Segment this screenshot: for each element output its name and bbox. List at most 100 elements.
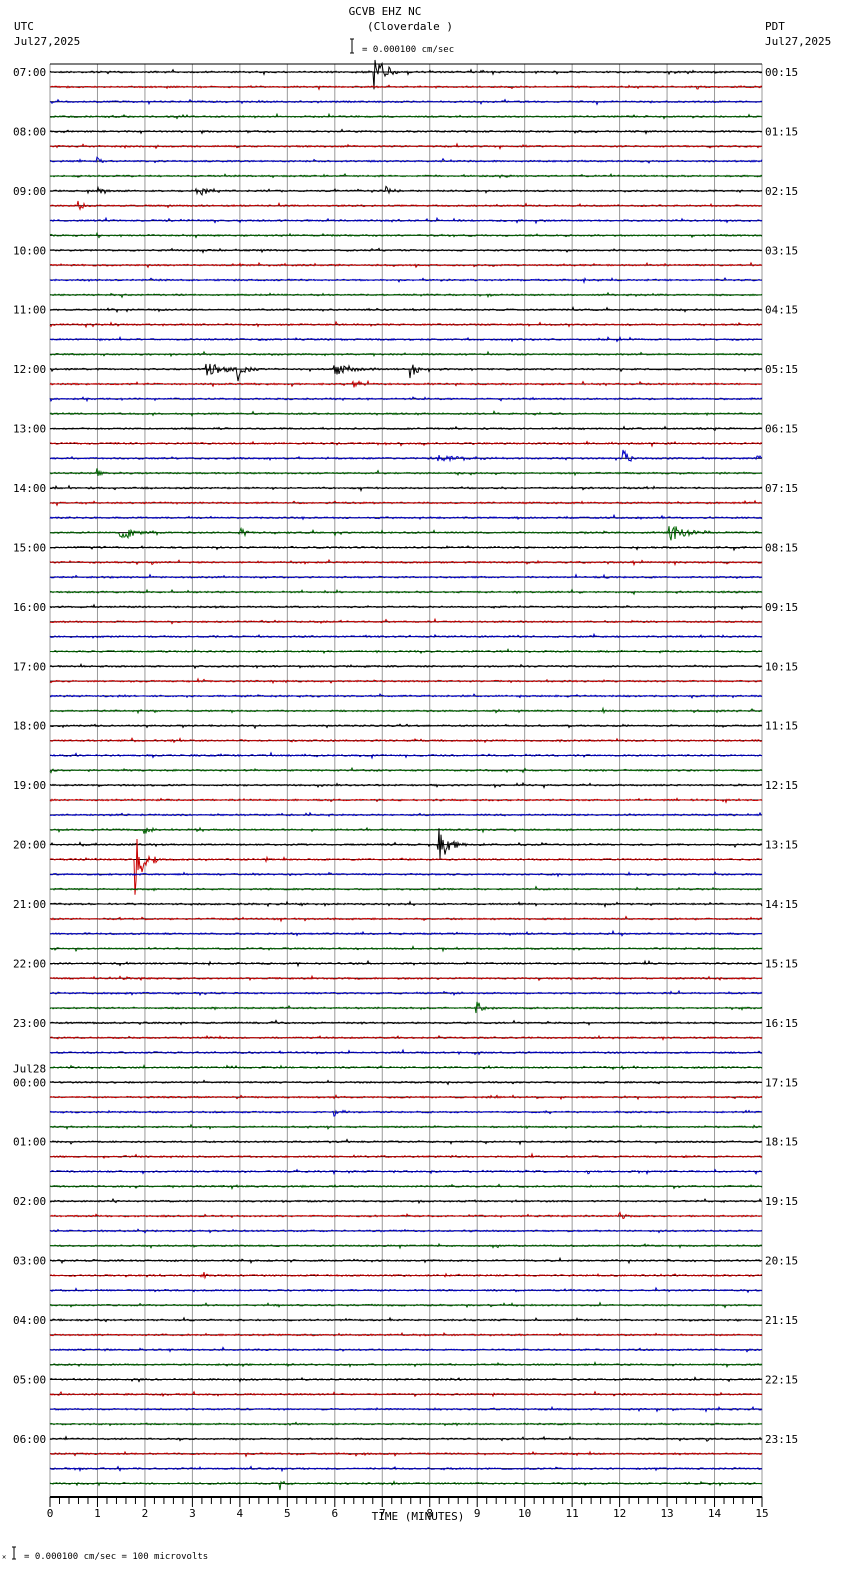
pdt-hour-label: 20:15 (765, 1255, 798, 1268)
utc-hour-label: 08:00 (13, 125, 46, 138)
seismic-trace (49, 468, 763, 477)
utc-hour-label: 04:00 (13, 1314, 46, 1327)
pdt-hour-label: 08:15 (765, 541, 798, 554)
seismic-trace (49, 425, 763, 432)
utc-hour-label: 17:00 (13, 660, 46, 673)
pdt-hour-label: 09:15 (765, 601, 798, 614)
seismic-trace (49, 1019, 762, 1026)
utc-hour-label: 20:00 (13, 839, 46, 852)
seismic-trace (49, 1211, 763, 1220)
traces (49, 59, 763, 1491)
seismic-trace (49, 172, 763, 179)
seismic-trace (49, 1064, 763, 1071)
utc-hour-label: 03:00 (13, 1255, 46, 1268)
pdt-hour-label: 01:15 (765, 125, 798, 138)
utc-hour-label: 15:00 (13, 541, 46, 554)
x-tick-label: 12 (613, 1507, 626, 1520)
utc-hour-label: 02:00 (13, 1195, 46, 1208)
seismic-trace (50, 545, 763, 552)
x-axis-label: TIME (MINUTES) (372, 1510, 465, 1523)
utc-hour-label: 14:00 (13, 482, 46, 495)
utc-hour-label: 11:00 (13, 304, 46, 317)
seismic-trace (49, 525, 763, 541)
x-tick-label: 14 (708, 1507, 722, 1520)
pdt-hour-label: 00:15 (765, 66, 798, 79)
scale-label: = 0.000100 cm/sec (362, 45, 454, 55)
seismic-trace (49, 1301, 763, 1309)
seismic-trace (49, 915, 762, 923)
x-tick-label: 5 (284, 1507, 291, 1520)
seismic-trace (49, 156, 763, 164)
x-tick-label: 3 (189, 1507, 196, 1520)
utc-hour-label: 13:00 (13, 423, 46, 436)
seismic-trace (49, 648, 763, 655)
x-tick-label: 2 (142, 1507, 149, 1520)
helicorder-chart: GCVB EHZ NC (Cloverdale ) UTC Jul27,2025… (2, 5, 831, 1562)
footer-scale-label: = 0.000100 cm/sec = 100 microvolts (24, 1552, 208, 1562)
pdt-hour-label: 04:15 (765, 304, 798, 317)
chart-title: GCVB EHZ NC (349, 5, 422, 18)
utc-hour-label: 01:00 (13, 1136, 46, 1149)
pdt-hour-label: 05:15 (765, 363, 798, 376)
seismic-trace (49, 677, 763, 685)
seismic-trace (49, 1001, 763, 1014)
utc-hour-label: 00:00 (13, 1076, 46, 1089)
x-tick-label: 0 (47, 1507, 54, 1520)
seismic-trace (49, 885, 763, 892)
utc-hour-label: 09:00 (13, 185, 46, 198)
seismic-trace (49, 1360, 763, 1369)
seismic-trace (49, 1094, 763, 1101)
utc-hour-label: 12:00 (13, 363, 46, 376)
pdt-hour-label: 14:15 (765, 898, 798, 911)
seismic-trace (49, 363, 763, 382)
pdt-hour-label: 23:15 (765, 1433, 798, 1446)
x-tick-label: 15 (755, 1507, 768, 1520)
pdt-hour-label: 21:15 (765, 1314, 798, 1327)
seismic-trace (49, 1197, 763, 1205)
x-tick-label: 1 (94, 1507, 101, 1520)
footer-mark: ✕ (2, 1553, 6, 1561)
seismic-trace (49, 396, 763, 403)
pdt-hour-label: 22:15 (765, 1373, 798, 1386)
seismic-trace (49, 617, 763, 625)
x-tick-label: 9 (474, 1507, 481, 1520)
seismic-trace (49, 499, 763, 507)
seismic-trace (49, 247, 763, 254)
utc-hour-label: 23:00 (13, 1017, 46, 1030)
pdt-hour-label: 13:15 (765, 839, 798, 852)
seismic-trace (49, 1228, 762, 1234)
seismic-trace (49, 1435, 763, 1442)
x-tick-label: 6 (331, 1507, 338, 1520)
pdt-hour-label: 12:15 (765, 779, 798, 792)
seismic-trace (49, 513, 763, 521)
seismic-trace (49, 603, 763, 610)
right-date: Jul27,2025 (765, 35, 831, 48)
seismic-trace (49, 1183, 763, 1191)
utc-hour-label: 10:00 (13, 244, 46, 257)
seismic-trace (49, 573, 763, 580)
seismic-trace (49, 1109, 763, 1117)
seismic-trace (49, 828, 763, 860)
x-tick-label: 11 (566, 1507, 579, 1520)
pdt-hour-label: 11:15 (765, 720, 798, 733)
seismic-trace (49, 1271, 763, 1280)
seismic-trace (49, 449, 763, 463)
pdt-hour-label: 15:15 (765, 957, 798, 970)
seismic-trace (49, 350, 763, 358)
date-change-label: Jul28 (13, 1062, 46, 1075)
utc-hour-label: 21:00 (13, 898, 46, 911)
utc-hour-label: 07:00 (13, 66, 46, 79)
pdt-hour-label: 02:15 (765, 185, 798, 198)
utc-hour-label: 19:00 (13, 779, 46, 792)
x-tick-label: 13 (660, 1507, 673, 1520)
utc-hour-label: 22:00 (13, 957, 46, 970)
pdt-hour-label: 10:15 (765, 660, 798, 673)
footer-scale-icon (12, 1546, 16, 1560)
utc-hour-label: 16:00 (13, 601, 46, 614)
seismic-trace (49, 1465, 763, 1473)
pdt-hour-label: 07:15 (765, 482, 798, 495)
seismic-trace (49, 838, 763, 895)
seismic-trace (49, 632, 763, 639)
left-date: Jul27,2025 (14, 35, 80, 48)
x-tick-label: 10 (518, 1507, 531, 1520)
